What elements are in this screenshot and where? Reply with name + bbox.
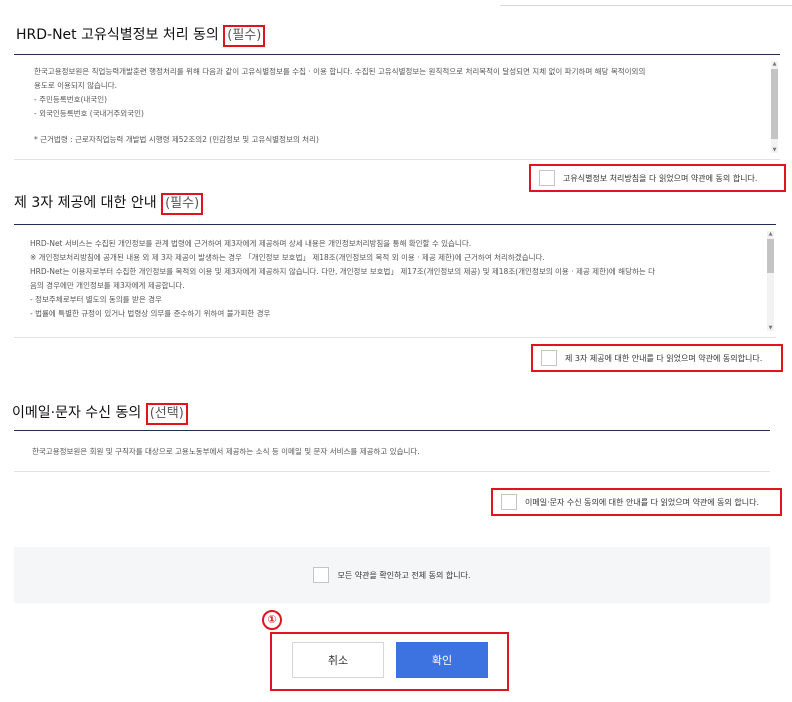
- third-party-terms-box[interactable]: HRD-Net 서비스는 수집된 개인정보를 관계 법령에 근거하여 제3자에게…: [14, 224, 776, 338]
- terms-line: [34, 121, 760, 133]
- scroll-up-icon[interactable]: ▲: [767, 231, 774, 237]
- terms-line: - 주민등록번호(내국인): [34, 95, 108, 104]
- terms-line: - 법률에 특별한 규정이 있거나 법령상 의무를 준수하기 위하여 불가피한 …: [30, 309, 271, 318]
- button-group: 취소 확인: [270, 632, 509, 691]
- terms-line: 한국고용정보원은 회원 및 구직자를 대상으로 고용노동부에서 제공하는 소식 …: [32, 447, 420, 456]
- section-title-text: 제 3자 제공에 대한 안내: [14, 195, 157, 211]
- scrollbar[interactable]: ▲ ▼: [767, 231, 774, 331]
- unique-id-terms-box[interactable]: 한국고용정보원은 직업능력개발훈련 행정처리를 위해 다음과 같이 고유식별정보…: [14, 54, 780, 160]
- cancel-button[interactable]: 취소: [292, 642, 384, 678]
- top-divider: [500, 0, 792, 6]
- agree-unique-id-row[interactable]: 고유식별정보 처리방침을 다 읽었으며 약관에 동의 합니다.: [529, 164, 786, 192]
- agree-all-bar[interactable]: 모든 약관을 확인하고 전체 동의 합니다.: [14, 547, 770, 603]
- agree-all-label[interactable]: 모든 약관을 확인하고 전체 동의 합니다.: [337, 570, 470, 581]
- agree-third-party-label[interactable]: 제 3자 제공에 대한 안내를 다 읽었으며 약관에 동의합니다.: [565, 353, 762, 364]
- agree-email-sms-row[interactable]: 이메일·문자 수신 동의에 대한 안내를 다 읽었으며 약관에 동의 합니다.: [491, 488, 782, 516]
- section-title-email-sms: 이메일·문자 수신 동의 (선택): [12, 402, 188, 425]
- terms-line: ※ 개인정보처리방침에 공개된 내용 외 제 3자 제공이 발생하는 경우 「개…: [30, 253, 545, 262]
- terms-line: - 외국인등록번호 (국내거주외국인): [34, 109, 144, 118]
- agree-email-sms-checkbox[interactable]: [501, 494, 517, 510]
- agree-unique-id-label[interactable]: 고유식별정보 처리방침을 다 읽었으며 약관에 동의 합니다.: [563, 173, 757, 184]
- terms-line: - 정보주체로부터 별도의 동의를 받은 경우: [30, 295, 162, 304]
- terms-line: HRD-Net는 이용자로부터 수집한 개인정보를 목적외 이용 및 제3자에게…: [30, 267, 656, 276]
- email-sms-terms-box: 한국고용정보원은 회원 및 구직자를 대상으로 고용노동부에서 제공하는 소식 …: [14, 430, 770, 472]
- scroll-down-icon[interactable]: ▼: [771, 147, 778, 153]
- scroll-thumb[interactable]: [771, 69, 778, 139]
- required-badge: (필수): [161, 193, 204, 215]
- optional-badge: (선택): [145, 403, 188, 425]
- scroll-thumb[interactable]: [767, 239, 774, 273]
- section-title-text: HRD-Net 고유식별정보 처리 동의: [16, 27, 219, 43]
- section-title-unique-id: HRD-Net 고유식별정보 처리 동의 (필수): [16, 24, 266, 47]
- section-title-text: 이메일·문자 수신 동의: [12, 405, 142, 421]
- terms-line: HRD-Net 서비스는 수집된 개인정보를 관계 법령에 근거하여 제3자에게…: [30, 239, 472, 248]
- scroll-up-icon[interactable]: ▲: [771, 61, 778, 67]
- step-marker: ①: [262, 610, 282, 630]
- terms-line: 한국고용정보원은 직업능력개발훈련 행정처리를 위해 다음과 같이 고유식별정보…: [34, 67, 646, 76]
- terms-line: 음의 경우에만 개인정보를 제3자에게 제공합니다.: [30, 281, 185, 290]
- agree-third-party-checkbox[interactable]: [541, 350, 557, 366]
- agree-email-sms-label[interactable]: 이메일·문자 수신 동의에 대한 안내를 다 읽었으며 약관에 동의 합니다.: [525, 497, 759, 508]
- confirm-button[interactable]: 확인: [396, 642, 488, 678]
- agree-unique-id-checkbox[interactable]: [539, 170, 555, 186]
- scrollbar[interactable]: ▲ ▼: [771, 61, 778, 153]
- agree-third-party-row[interactable]: 제 3자 제공에 대한 안내를 다 읽었으며 약관에 동의합니다.: [531, 344, 783, 372]
- terms-line: * 근거법령 : 근로자직업능력 개발법 시행령 제52조의2 (민감정보 및 …: [34, 135, 319, 144]
- scroll-down-icon[interactable]: ▼: [767, 325, 774, 331]
- terms-line: 용도로 이용되지 않습니다.: [34, 81, 118, 90]
- section-title-third-party: 제 3자 제공에 대한 안내 (필수): [14, 192, 204, 215]
- agree-all-checkbox[interactable]: [313, 567, 330, 583]
- required-badge: (필수): [223, 25, 266, 47]
